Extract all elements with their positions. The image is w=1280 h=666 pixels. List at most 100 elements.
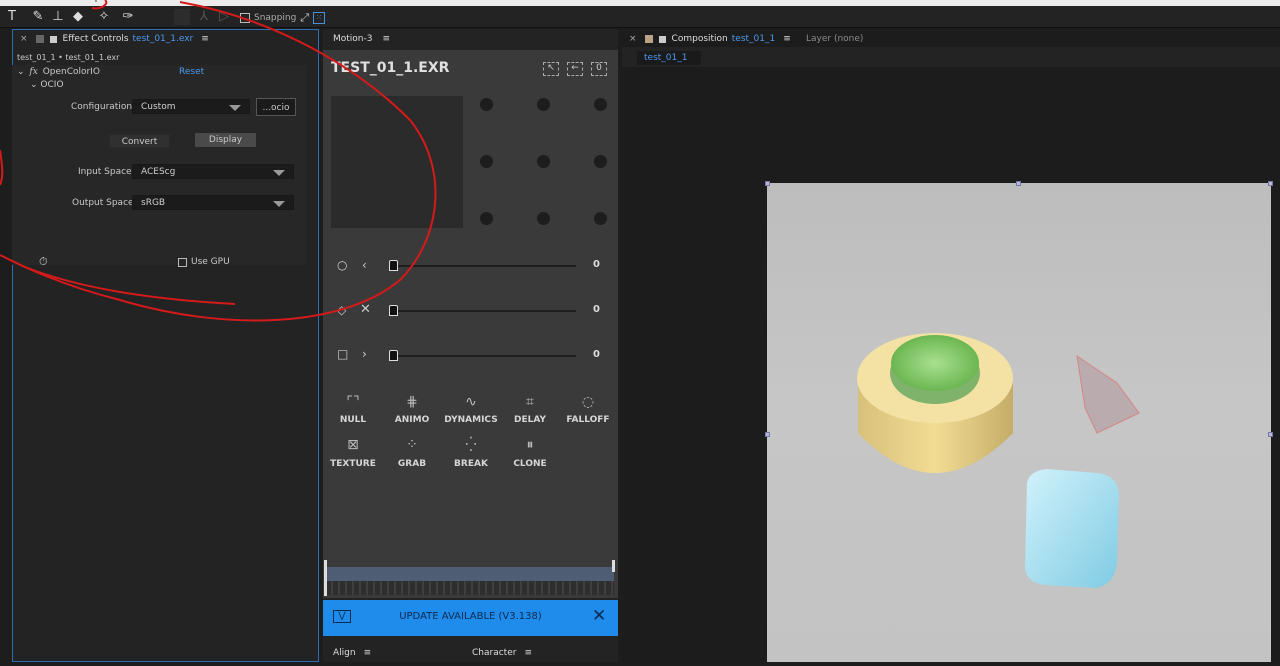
layer-handle-tl[interactable] xyxy=(765,181,770,186)
timeline-end-handle[interactable] xyxy=(612,560,615,572)
anchor-point-br[interactable] xyxy=(594,212,607,225)
layer-handle-tr[interactable] xyxy=(1268,181,1273,186)
tool-falloff[interactable]: FALLOFF xyxy=(558,415,618,425)
ocio-group-row[interactable]: ⌄ OCIO xyxy=(30,80,64,90)
effect-controls-target[interactable]: test_01_1.exr xyxy=(133,34,194,44)
square-icon[interactable]: □ xyxy=(337,347,348,361)
slider-thumb-1[interactable] xyxy=(389,260,398,271)
rendered-scene xyxy=(857,333,1140,588)
composition-subtab[interactable]: test_01_1 xyxy=(637,51,701,65)
composition-viewer[interactable] xyxy=(767,183,1271,662)
chevron-left-icon[interactable]: ‹ xyxy=(362,258,367,272)
group-chevron-icon[interactable]: ⌄ xyxy=(30,80,38,90)
delay-icon[interactable]: ⌗ xyxy=(500,394,560,410)
composition-tab[interactable]: × Composition test_01_1 ≡ xyxy=(629,29,791,49)
clone-icon[interactable]: ⏸ xyxy=(500,437,560,453)
anchor-point-mr[interactable] xyxy=(594,155,607,168)
use-gpu-toggle[interactable]: Use GPU xyxy=(178,257,230,267)
slider-track-3[interactable] xyxy=(390,355,576,357)
eraser-tool-icon[interactable]: ◆ xyxy=(70,9,86,25)
slider-track-2[interactable] xyxy=(390,310,576,312)
input-space-dropdown[interactable]: ACEScg xyxy=(132,164,294,179)
reset-anchor-icon[interactable]: 0 xyxy=(591,62,607,76)
snapping-toggle[interactable]: Snapping ⤢ ⁙ xyxy=(240,11,326,25)
null-icon[interactable]: ⌜⌝ xyxy=(323,394,383,410)
effect-controls-tab[interactable]: × Effect Controls test_01_1.exr ≡ xyxy=(20,29,209,49)
brush-tool-icon[interactable]: ✎ xyxy=(30,9,46,25)
anchor-point-bc[interactable] xyxy=(537,212,550,225)
snapping-checkbox[interactable] xyxy=(240,13,250,23)
layer-handle-mr[interactable] xyxy=(1268,432,1273,437)
use-gpu-checkbox[interactable] xyxy=(178,257,187,267)
fx-icon[interactable]: fx xyxy=(29,67,37,77)
anchor-point-mc[interactable] xyxy=(537,155,550,168)
expand-chevron-icon[interactable]: ⌄ xyxy=(17,67,25,77)
type-tool-icon[interactable]: T xyxy=(4,9,20,25)
anchor-point-ml[interactable] xyxy=(480,155,493,168)
convert-button[interactable]: Convert xyxy=(109,134,170,148)
output-space-dropdown[interactable]: sRGB xyxy=(132,195,294,210)
reset-link[interactable]: Reset xyxy=(179,67,204,77)
effect-row[interactable]: ⌄ fx OpenColorIO xyxy=(17,67,100,77)
layer-handle-ml[interactable] xyxy=(765,432,770,437)
close-icon[interactable]: × xyxy=(629,34,637,44)
character-tab[interactable]: Character ≡ xyxy=(472,646,532,660)
anchor-point-tr[interactable] xyxy=(594,98,607,111)
break-icon[interactable]: ⁛ xyxy=(441,437,501,453)
stopwatch-icon[interactable]: ⏱ xyxy=(39,255,48,269)
snap-edges-icon[interactable]: ⁙ xyxy=(313,12,326,24)
tool-texture[interactable]: TEXTURE xyxy=(323,459,383,469)
animo-icon[interactable]: ⋕ xyxy=(382,394,442,410)
local-axis-mode-icon[interactable] xyxy=(174,9,190,25)
configuration-dropdown[interactable]: Custom xyxy=(132,99,250,114)
anchor-point-tc[interactable] xyxy=(537,98,550,111)
motion-timeline-bar[interactable] xyxy=(326,567,614,581)
close-icon[interactable]: ✕ xyxy=(592,606,606,626)
tool-delay[interactable]: DELAY xyxy=(500,415,560,425)
tool-animo[interactable]: ANIMO xyxy=(382,415,442,425)
align-tab[interactable]: Align ≡ xyxy=(333,646,371,660)
layer-tab[interactable]: Layer (none) xyxy=(806,29,863,49)
snap-icon[interactable]: ⤢ xyxy=(300,11,309,25)
texture-icon[interactable]: ⊠ xyxy=(323,437,383,453)
anchor-point-tl[interactable] xyxy=(480,98,493,111)
grab-icon[interactable]: ⁘ xyxy=(382,437,442,453)
composition-tab-target[interactable]: test_01_1 xyxy=(732,34,775,44)
lock-icon[interactable] xyxy=(658,35,666,43)
x-icon[interactable]: ✕ xyxy=(360,302,371,317)
update-banner[interactable]: ⋁ UPDATE AVAILABLE (V3.138) ✕ xyxy=(323,600,618,636)
slider-thumb-3[interactable] xyxy=(389,350,398,361)
timeline-start-handle[interactable] xyxy=(324,560,327,596)
tool-break[interactable]: BREAK xyxy=(441,459,501,469)
slider-track-1[interactable] xyxy=(390,265,576,267)
panel-menu-icon[interactable]: ≡ xyxy=(524,648,532,658)
view-axis-mode-icon[interactable]: ▷ xyxy=(216,9,232,25)
anchor-point-bl[interactable] xyxy=(480,212,493,225)
slider-thumb-2[interactable] xyxy=(389,305,398,316)
motion-tab[interactable]: Motion-3 ≡ xyxy=(333,29,390,49)
display-button[interactable]: Display xyxy=(195,133,256,147)
world-axis-mode-icon[interactable]: ⅄ xyxy=(196,9,212,25)
falloff-icon[interactable]: ◌ xyxy=(558,394,618,410)
panel-menu-icon[interactable]: ≡ xyxy=(364,648,372,658)
panel-menu-icon[interactable]: ≡ xyxy=(383,34,391,44)
tool-grab[interactable]: GRAB xyxy=(382,459,442,469)
lock-icon[interactable] xyxy=(35,35,44,43)
panel-menu-icon[interactable]: ≡ xyxy=(201,34,209,44)
select-icon[interactable]: ↖ xyxy=(543,62,559,76)
layer-handle-tc[interactable] xyxy=(1016,181,1021,186)
align-left-icon[interactable]: ← xyxy=(567,62,583,76)
tool-dynamics[interactable]: DYNAMICS xyxy=(441,415,501,425)
roto-brush-tool-icon[interactable]: ✧ xyxy=(96,9,112,25)
tool-null[interactable]: NULL xyxy=(323,415,383,425)
chevron-right-icon[interactable]: › xyxy=(362,347,367,361)
circle-icon[interactable]: ○ xyxy=(337,258,347,272)
puppet-pin-tool-icon[interactable]: ✑ xyxy=(120,9,136,25)
diamond-icon[interactable]: ◇ xyxy=(337,303,346,317)
clone-stamp-tool-icon[interactable]: ⊥ xyxy=(50,9,66,25)
tool-clone[interactable]: CLONE xyxy=(500,459,560,469)
close-icon[interactable]: × xyxy=(20,34,28,44)
panel-menu-icon[interactable]: ≡ xyxy=(783,34,791,44)
ocio-file-button[interactable]: ...ocio xyxy=(256,98,296,116)
dynamics-icon[interactable]: ∿ xyxy=(441,394,501,410)
